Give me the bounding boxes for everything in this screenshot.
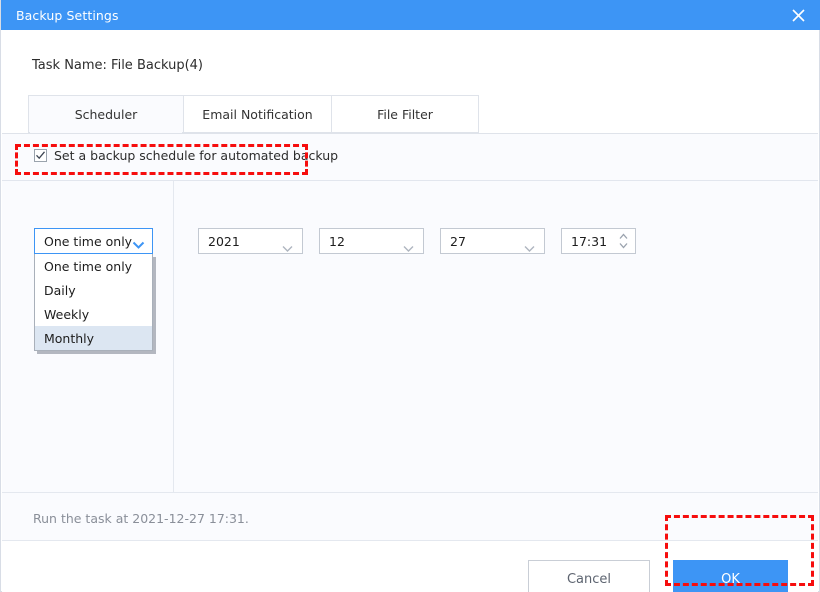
tab-email-notification-label: Email Notification (202, 106, 313, 122)
backup-settings-dialog: Backup Settings Task Name: File Backup(4… (0, 0, 820, 592)
day-select[interactable]: 27 (440, 228, 545, 254)
cancel-button[interactable]: Cancel (528, 560, 650, 592)
time-value: 17:31 (571, 233, 608, 249)
chevron-down-icon (132, 236, 145, 255)
tab-strip: Scheduler Email Notification File Filter (28, 95, 479, 133)
frequency-option-label: One time only (44, 258, 133, 274)
close-icon[interactable] (775, 0, 820, 30)
year-select[interactable]: 2021 (198, 228, 303, 254)
frequency-dropdown-list[interactable]: One time only Daily Weekly Monthly (34, 254, 153, 351)
frequency-option-label: Monthly (44, 330, 95, 346)
window-title: Backup Settings (16, 7, 119, 23)
year-value: 2021 (208, 233, 240, 249)
time-stepper[interactable]: 17:31 (561, 228, 636, 254)
frequency-option-weekly[interactable]: Weekly (35, 302, 152, 326)
frequency-select[interactable]: One time only (34, 228, 153, 254)
status-bar: Run the task at 2021-12-27 17:31. (2, 492, 818, 541)
ok-button[interactable]: OK (673, 560, 788, 592)
frequency-selected-value: One time only (44, 233, 133, 249)
datetime-row: 2021 12 27 17:31 (198, 228, 636, 254)
checkbox-box[interactable] (34, 149, 47, 162)
frequency-option-monthly[interactable]: Monthly (35, 326, 152, 350)
frequency-option-label: Daily (44, 282, 76, 298)
run-task-status-text: Run the task at 2021-12-27 17:31. (33, 511, 249, 526)
schedule-toggle-checkbox[interactable]: Set a backup schedule for automated back… (34, 148, 338, 163)
tab-file-filter-label: File Filter (377, 106, 433, 122)
frequency-option-label: Weekly (44, 306, 90, 322)
month-value: 12 (329, 233, 345, 249)
frequency-option-one-time-only[interactable]: One time only (35, 254, 152, 278)
schedule-toggle-label: Set a backup schedule for automated back… (54, 148, 339, 163)
frequency-option-daily[interactable]: Daily (35, 278, 152, 302)
cancel-button-label: Cancel (566, 572, 612, 587)
chevron-down-icon (282, 238, 293, 257)
tab-file-filter[interactable]: File Filter (331, 95, 479, 133)
tab-scheduler-label: Scheduler (74, 106, 138, 122)
month-select[interactable]: 12 (319, 228, 424, 254)
day-value: 27 (450, 233, 466, 249)
check-icon (36, 151, 46, 160)
title-bar: Backup Settings (1, 0, 820, 30)
footer-bar: Cancel OK (2, 541, 818, 592)
tab-email-notification[interactable]: Email Notification (183, 95, 331, 133)
schedule-toggle-band: Set a backup schedule for automated back… (2, 133, 818, 181)
spinner-up-down-icon[interactable] (619, 233, 628, 249)
scheduler-content-area: One time only One time only Daily Weekly (2, 181, 818, 492)
dialog-body: Task Name: File Backup(4) Scheduler Emai… (1, 30, 819, 592)
task-name-label: Task Name: File Backup(4) (32, 58, 204, 73)
column-divider (173, 181, 174, 492)
chevron-down-icon (524, 238, 535, 257)
chevron-down-icon (403, 238, 414, 257)
tab-scheduler[interactable]: Scheduler (28, 95, 183, 133)
ok-button-label: OK (721, 572, 740, 587)
